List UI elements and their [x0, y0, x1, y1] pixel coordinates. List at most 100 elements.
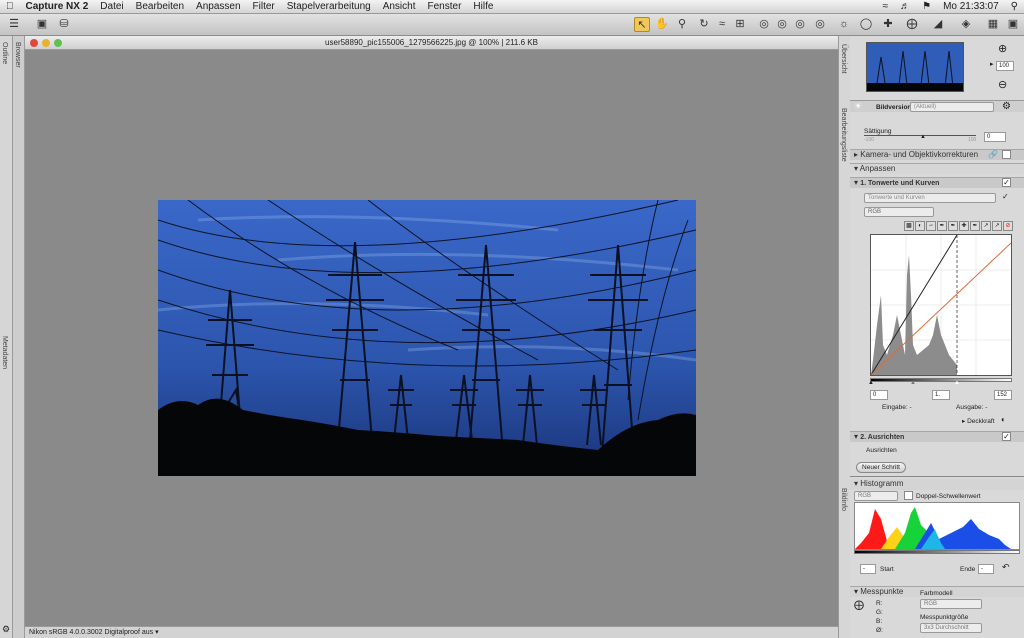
selection-brush-icon[interactable]: ✚ [880, 17, 896, 32]
gamma-field[interactable]: 1. [932, 390, 950, 400]
color-profile-status[interactable]: Nikon sRGB 4.0.0.3002 Digitalproof aus [29, 629, 153, 636]
gamma-handle[interactable]: ▲ [910, 380, 916, 386]
output-gradient-bar[interactable] [870, 378, 1012, 382]
double-threshold-checkbox[interactable] [904, 491, 913, 500]
curves-graph[interactable] [870, 234, 1012, 376]
close-icon[interactable] [30, 39, 38, 47]
output-icon[interactable]: ⛁ [56, 17, 72, 32]
saettigung-slider-handle[interactable]: ▲ [920, 134, 926, 140]
sample-point-icon[interactable]: ⨁ [854, 600, 864, 611]
histogram-header[interactable]: ▾ Histogramm [850, 479, 1024, 490]
menu-anpassen[interactable]: Anpassen [190, 1, 246, 12]
step1-checkbox[interactable]: ✓ [1002, 178, 1011, 187]
histogram-end-field[interactable]: - [978, 564, 994, 574]
bildversion-select[interactable]: (Aktuell) [910, 102, 994, 112]
browser-icon[interactable]: ▣ [34, 17, 50, 32]
app-menu[interactable]: Capture NX 2 [20, 1, 95, 12]
minimize-icon[interactable] [42, 39, 50, 47]
step1-section[interactable]: ▾ 1. Tonwerte und Kurven [850, 177, 1024, 188]
photo-info-tab[interactable]: Bildinfo [840, 488, 847, 511]
overview-tab[interactable]: Übersicht [840, 44, 847, 74]
curve-tool-icon[interactable]: ∽ [926, 221, 936, 231]
photo-canvas[interactable] [158, 200, 696, 476]
menu-ansicht[interactable]: Ansicht [377, 1, 422, 12]
black-point-field[interactable]: 0 [870, 390, 888, 400]
straighten-icon[interactable]: ≈ [714, 17, 730, 32]
zoom-arrow-icon[interactable]: ▸ [990, 60, 994, 68]
metadata-tab[interactable]: Metadaten [1, 336, 8, 369]
volume-icon[interactable]: ♬ [894, 1, 916, 12]
overview-thumbnail[interactable] [866, 42, 964, 92]
color-point-icon[interactable]: ☼ [836, 17, 852, 32]
panel-toggle-icon[interactable]: ☰ [6, 17, 22, 32]
flag-icon[interactable]: ⚑ [916, 1, 937, 12]
menu-datei[interactable]: Datei [94, 1, 129, 12]
menu-stapelverarbeitung[interactable]: Stapelverarbeitung [281, 1, 377, 12]
settings-gear-icon[interactable]: ⚙ [1002, 101, 1011, 112]
menu-hilfe[interactable]: Hilfe [467, 1, 499, 12]
spotlight-search-icon[interactable]: ⚲ [1005, 1, 1024, 12]
reset-icon[interactable]: ⊘ [1003, 221, 1013, 231]
gear-icon[interactable]: ⚙ [2, 624, 22, 636]
zoom-tool-icon[interactable]: ⚲ [674, 17, 690, 32]
auto-contrast-icon[interactable]: ↗ [992, 221, 1002, 231]
browser-strip: Browser [13, 36, 25, 638]
menu-fenster[interactable]: Fenster [422, 1, 468, 12]
menu-filter[interactable]: Filter [247, 1, 281, 12]
white-dropper-icon[interactable]: ✒ [970, 221, 980, 231]
zoom-in-icon[interactable]: ⊕ [998, 42, 1007, 55]
link-icon[interactable]: 🔗 [988, 150, 998, 159]
arrow-tool-icon[interactable]: ↖ [634, 17, 650, 32]
apple-icon[interactable]:  [0, 1, 20, 12]
lasso-icon[interactable]: ◯ [858, 17, 874, 32]
messpunkt-size-select[interactable]: 3x3 Durchschnitt [920, 623, 982, 633]
gray-dropper-icon[interactable]: ✒ [948, 221, 958, 231]
rotate-icon[interactable]: ↻ [696, 17, 712, 32]
white-point-icon[interactable]: ◎ [792, 17, 808, 32]
crop-icon[interactable]: ⊞ [732, 17, 748, 32]
mask-icon[interactable]: ▣ [1005, 17, 1021, 32]
kamera-checkbox[interactable] [1002, 150, 1011, 159]
anpassen-section[interactable]: ▾ Anpassen [850, 163, 1024, 174]
step2-section[interactable]: ▾ 2. Ausrichten [850, 431, 1024, 442]
black-dropper-icon[interactable]: ✒ [937, 221, 947, 231]
zoom-out-icon[interactable]: ⊖ [998, 78, 1007, 91]
red-eye-icon[interactable]: ◎ [756, 17, 772, 32]
edit-list-tab[interactable]: Bearbeitungsliste [840, 108, 847, 162]
zoom-value-field[interactable]: 100 [996, 61, 1014, 71]
fill-icon[interactable]: ◈ [958, 17, 974, 32]
auto-curve-icon[interactable]: ↗ [981, 221, 991, 231]
browser-tab-label[interactable]: Browser [14, 42, 21, 68]
black-point-icon[interactable]: ◎ [774, 17, 790, 32]
black-point-handle[interactable]: ▲ [868, 380, 874, 386]
step2-checkbox[interactable]: ✓ [1002, 432, 1011, 441]
channel-select[interactable]: RGB [864, 207, 934, 217]
outline-tab[interactable]: Outline [1, 42, 8, 64]
histogram-channel-select[interactable]: RGB [854, 491, 898, 501]
document-titlebar: user58890_pic155006_1279566225.jpg @ 100… [25, 36, 838, 50]
add-point-icon[interactable]: ✚ [959, 221, 969, 231]
histogram-start-field[interactable]: - [860, 564, 876, 574]
control-point-icon[interactable]: ⨁ [904, 17, 920, 32]
histogram-reset-icon[interactable]: ↶ [1002, 562, 1010, 573]
grid-icon[interactable]: ▦ [985, 17, 1001, 32]
step1-type-select[interactable]: Tonwerte und Kurven [864, 193, 996, 203]
white-point-field[interactable]: 152 [994, 390, 1012, 400]
white-point-handle[interactable]: ▲ [954, 380, 960, 386]
histogram-tool-icon[interactable]: ▩ [904, 221, 914, 231]
deckkraft-label[interactable]: ▸ Deckkraft [962, 417, 995, 425]
new-step-button[interactable]: Neuer Schritt [856, 462, 906, 473]
gray-point-icon[interactable]: ◎ [812, 17, 828, 32]
status-dropdown-icon[interactable]: ▾ [155, 629, 159, 636]
contrast-tool-icon[interactable]: ◐ [915, 221, 925, 231]
step1-toggle-icon[interactable]: ✓ [1002, 192, 1009, 201]
zoom-window-icon[interactable] [54, 39, 62, 47]
saettigung-field[interactable]: 0 [984, 132, 1006, 142]
menu-bearbeiten[interactable]: Bearbeiten [130, 1, 190, 12]
farbmodell-select[interactable]: RGB [920, 599, 982, 609]
opacity-dial-icon[interactable]: ◐ [1001, 415, 1006, 424]
hand-tool-icon[interactable]: ✋ [654, 17, 670, 32]
gradient-icon[interactable]: ◢ [930, 17, 946, 32]
wifi-icon[interactable]: ≈ [877, 1, 895, 12]
clock[interactable]: Mo 21:33:07 [937, 1, 1005, 12]
